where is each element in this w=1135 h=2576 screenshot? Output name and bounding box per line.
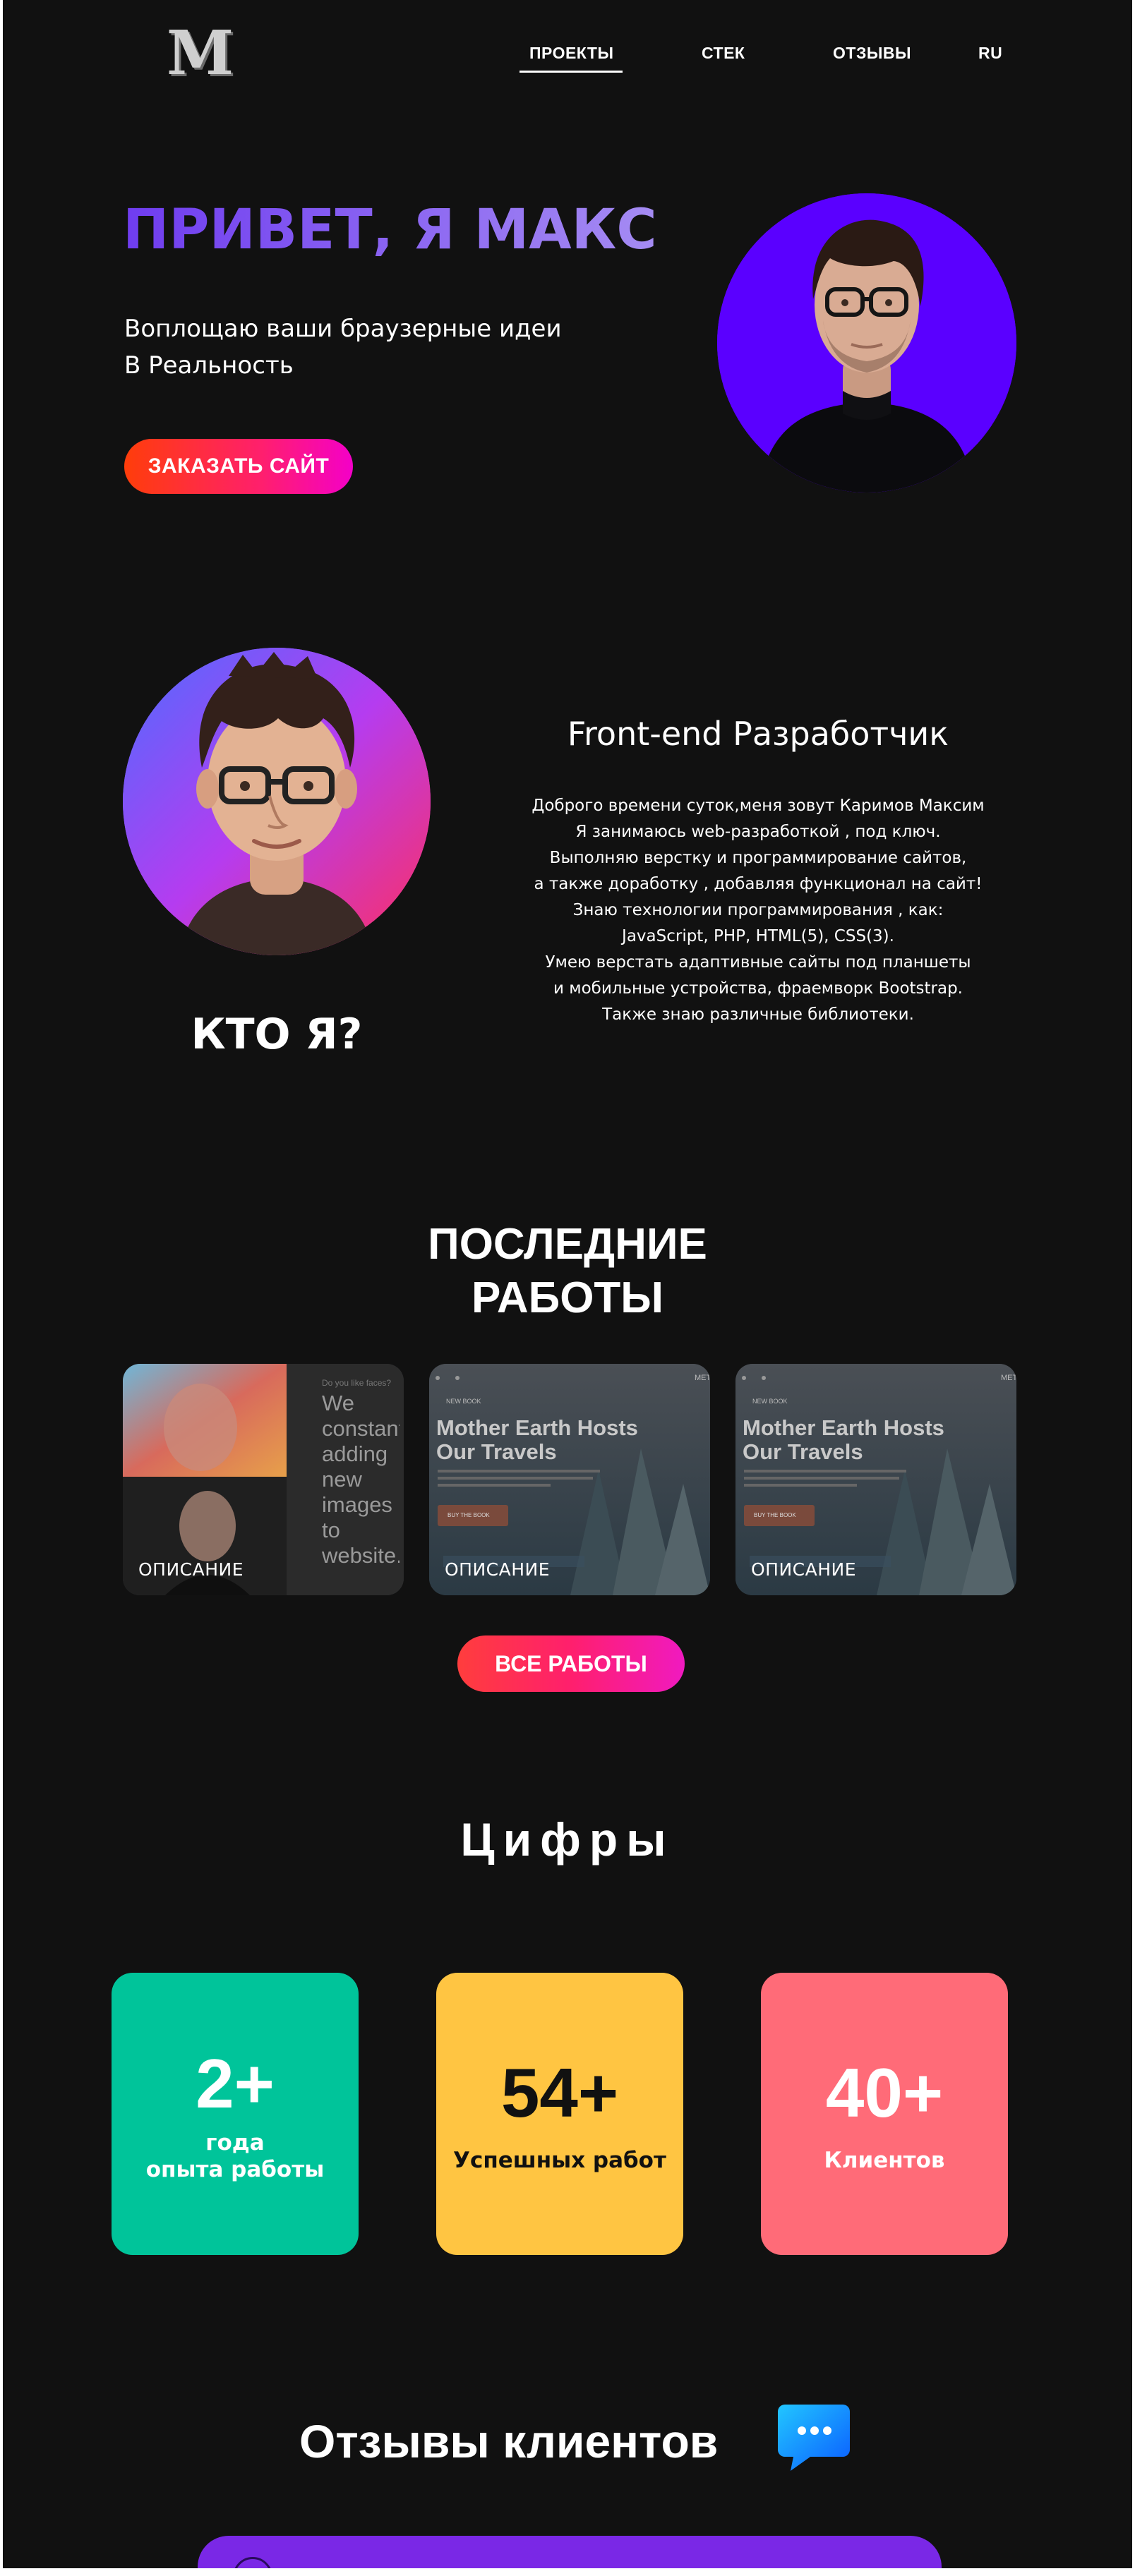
review-card <box>198 2536 942 2568</box>
work-card-3-label: ОПИСАНИЕ <box>751 1559 857 1580</box>
work-card-3-preview-title: Mother Earth Hosts Our Travels <box>743 1415 944 1464</box>
works-title-line1: ПОСЛЕДНИЕ <box>428 1220 707 1269</box>
stat-value: 54+ <box>500 2054 619 2131</box>
work-card-3[interactable]: MET NEW BOOK Mother Earth Hosts Our Trav… <box>735 1364 1016 1595</box>
work-card-3-preview-button: BUY THE BOOK <box>754 1512 796 1518</box>
stat-value: 2+ <box>196 2045 275 2122</box>
hero-portrait-photo <box>717 193 1016 492</box>
stat-card-clients: 40+ Клиентов <box>761 1973 1008 2255</box>
works-section-title: ПОСЛЕДНИЕ РАБОТЫ <box>356 1218 779 1325</box>
work-card-3-kicker: NEW BOOK <box>752 1398 788 1405</box>
hero-subtitle-line2: В Реальность <box>124 351 294 380</box>
work-card-1[interactable]: Do you like faces? We constantly adding … <box>123 1364 404 1595</box>
stat-value: 40+ <box>825 2054 944 2131</box>
order-site-button[interactable]: ЗАКАЗАТЬ САЙТ <box>124 439 353 494</box>
works-title-line2: РАБОТЫ <box>471 1274 664 1322</box>
hero-subtitle-line1: Воплощаю ваши браузерные идеи <box>124 315 562 343</box>
language-switch[interactable]: RU <box>978 44 1002 63</box>
stat-label-line1: Клиентов <box>824 2148 945 2173</box>
chat-bubble-icon <box>778 2399 851 2472</box>
about-title: КТО Я? <box>191 1010 363 1059</box>
all-works-button[interactable]: ВСЕ РАБОТЫ <box>457 1635 685 1692</box>
nav-item-projects[interactable]: ПРОЕКТЫ <box>529 44 613 63</box>
work-card-3-corner: MET <box>1001 1374 1016 1382</box>
work-card-2[interactable]: MET NEW BOOK Mother Earth Hosts Our Trav… <box>429 1364 710 1595</box>
work-card-2-preview-title: Mother Earth Hosts Our Travels <box>436 1415 638 1464</box>
role-title: Front-end Разработчик <box>567 715 949 753</box>
work-card-1-small-caption: Do you like faces? <box>322 1378 392 1388</box>
work-card-2-label: ОПИСАНИЕ <box>445 1559 551 1580</box>
work-card-1-label: ОПИСАНИЕ <box>138 1559 244 1580</box>
stat-card-experience: 2+ года опыта работы <box>112 1973 359 2255</box>
nav-item-stack[interactable]: СТЕК <box>702 44 745 63</box>
page: M ПРОЕКТЫ СТЕК ОТЗЫВЫ RU ПРИВЕТ, Я МАКС … <box>3 0 1132 2568</box>
work-card-2-corner: MET <box>695 1374 710 1382</box>
about-avatar-illustration <box>123 648 431 955</box>
about-bio: Доброго времени суток,меня зовут Каримов… <box>532 797 985 1024</box>
stat-label-line1: Успешных работ <box>453 2148 666 2173</box>
nav-active-underline <box>520 71 623 73</box>
hero-title: ПРИВЕТ, Я МАКС <box>123 196 657 264</box>
stat-label-line2: опыта работы <box>145 2157 325 2182</box>
stat-label-line1: года <box>205 2130 265 2155</box>
work-card-2-preview-button: BUY THE BOOK <box>448 1512 490 1518</box>
numbers-section-title: Цифры <box>460 1813 675 1866</box>
work-card-1-preview-text: We constantly adding new images to websi… <box>322 1391 400 1567</box>
nav-item-reviews[interactable]: ОТЗЫВЫ <box>833 44 911 63</box>
site-logo[interactable]: M <box>167 23 234 84</box>
stat-card-projects: 54+ Успешных работ <box>436 1973 683 2255</box>
reviews-section-title: Отзывы клиентов <box>299 2415 719 2467</box>
work-card-2-kicker: NEW BOOK <box>446 1398 481 1405</box>
hero-subtitle: Воплощаю ваши браузерные идеи В Реальнос… <box>124 310 562 384</box>
